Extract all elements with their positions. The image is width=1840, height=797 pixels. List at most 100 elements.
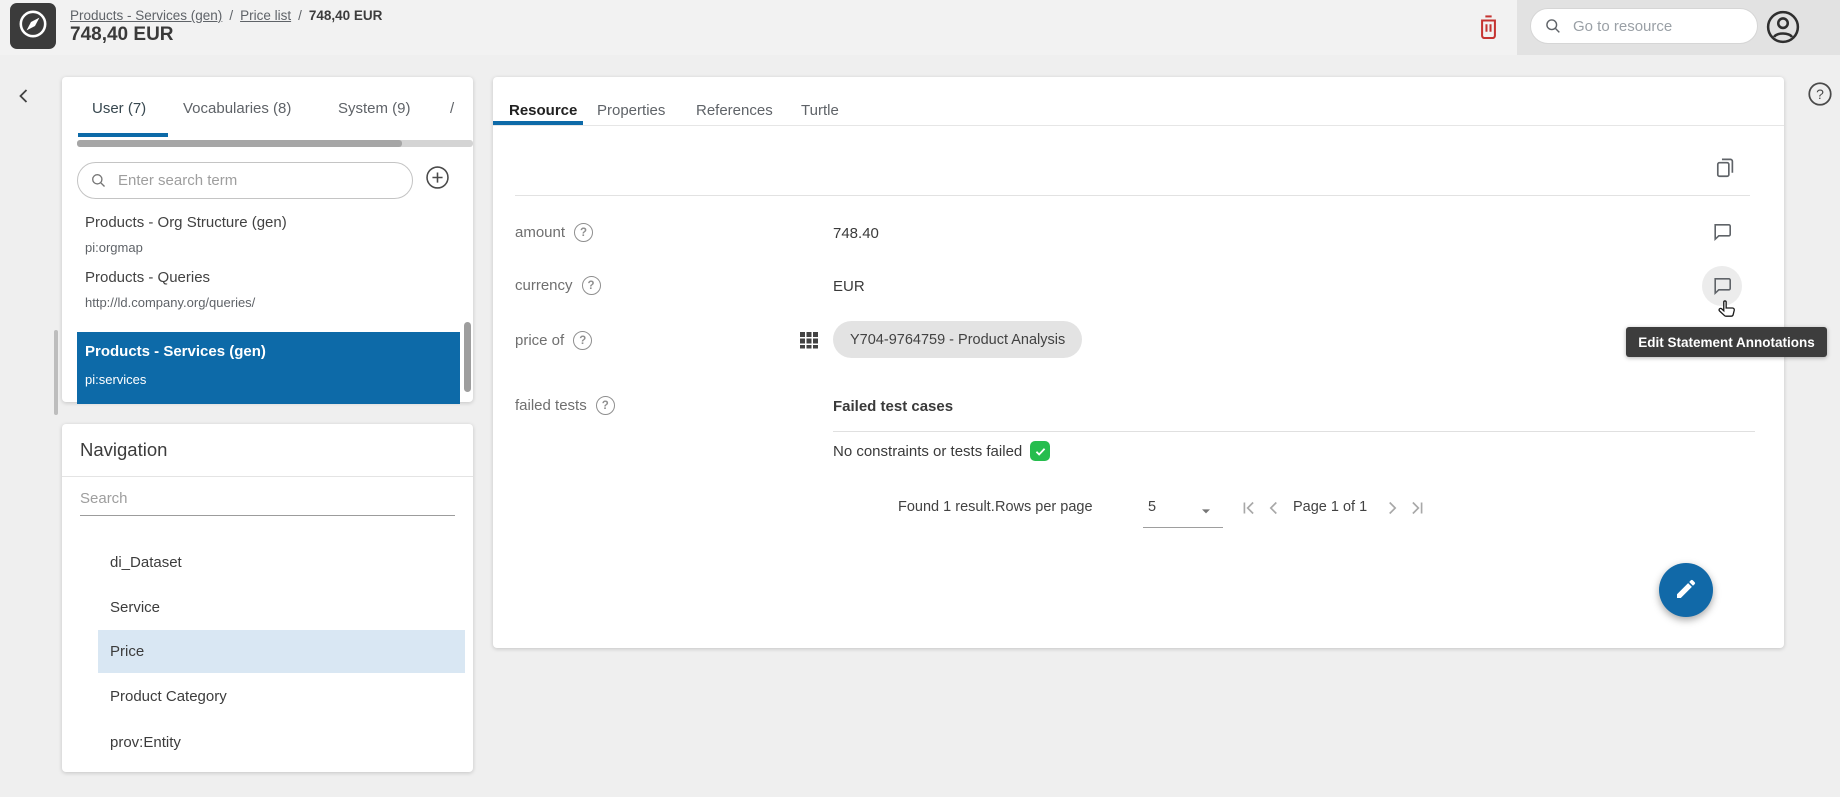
edit-resource-fab[interactable] [1659, 563, 1713, 617]
field-label-failed-tests: failed tests ? [515, 396, 615, 415]
resource-panel: Resource Properties References Turtle am… [493, 77, 1784, 648]
help-circle-icon[interactable]: ? [573, 331, 592, 350]
nav-item-label: di_Dataset [110, 554, 182, 571]
breadcrumb-separator: / [298, 8, 302, 23]
add-dataset-button[interactable] [424, 164, 451, 194]
search-icon [89, 171, 108, 190]
tab-references[interactable]: References [696, 102, 773, 119]
dataset-panel: User (7) Vocabularies (8) System (9) / P… [62, 77, 473, 402]
list-item[interactable]: Products - Queries http://ld.company.org… [85, 269, 255, 310]
delete-button[interactable] [1475, 12, 1502, 45]
failed-tests-title: Failed test cases [833, 398, 953, 415]
chevron-right-icon [1381, 507, 1403, 522]
divider [833, 431, 1755, 432]
navigation-title: Navigation [80, 439, 167, 461]
help-icon: ? [1806, 96, 1834, 111]
search-icon [1543, 16, 1563, 36]
grid-icon [799, 330, 819, 355]
tab-user[interactable]: User (7) [92, 100, 146, 117]
divider [515, 195, 1750, 196]
results-summary: Found 1 result. [898, 499, 995, 515]
last-page-icon [1406, 507, 1428, 522]
tab-partial[interactable]: / [450, 100, 454, 117]
first-page-button[interactable] [1238, 497, 1260, 519]
rows-per-page-label: Rows per page [995, 499, 1093, 515]
page-status: Page 1 of 1 [1293, 499, 1367, 515]
field-label-currency: currency ? [515, 276, 601, 295]
nav-item-di-dataset[interactable]: di_Dataset [98, 541, 465, 584]
tab-turtle[interactable]: Turtle [801, 102, 839, 119]
drawer-scrollbar[interactable] [54, 330, 58, 415]
tab-scrollbar-thumb[interactable] [77, 140, 402, 147]
list-item-selected[interactable]: Products - Services (gen) pi:services [77, 332, 460, 404]
help-button[interactable]: ? [1806, 80, 1834, 111]
annotation-button-amount[interactable] [1710, 220, 1734, 244]
tab-resource[interactable]: Resource [509, 102, 577, 119]
app-header: Products - Services (gen) / Price list / 748… [0, 0, 1840, 55]
breadcrumb-separator: / [229, 8, 233, 23]
rows-per-page-value[interactable]: 5 [1148, 499, 1156, 515]
nav-item-product-category[interactable]: Product Category [98, 675, 465, 718]
dataset-title: Products - Org Structure (gen) [85, 214, 287, 231]
collapse-drawer-button[interactable] [12, 84, 36, 111]
navigation-search-input[interactable] [80, 484, 455, 516]
help-circle-icon[interactable]: ? [596, 396, 615, 415]
previous-page-button[interactable] [1263, 497, 1285, 519]
svg-text:?: ? [1816, 86, 1824, 102]
breadcrumb: Products - Services (gen) / Price list / 748… [70, 8, 382, 23]
field-label-text: amount [515, 224, 565, 241]
failed-tests-message: No constraints or tests failed [833, 441, 1050, 461]
success-check-icon [1030, 441, 1050, 461]
navigation-panel: Navigation di_Dataset Service Price Prod… [62, 424, 473, 772]
chevron-left-icon [1263, 507, 1285, 522]
select-underline [1143, 527, 1223, 528]
first-page-icon [1238, 507, 1260, 522]
global-search [1530, 8, 1758, 44]
account-button[interactable] [1764, 8, 1802, 49]
chevron-left-icon [12, 96, 36, 111]
copy-icon [1713, 168, 1738, 183]
nav-item-service[interactable]: Service [98, 586, 465, 629]
nav-item-prov-entity[interactable]: prov:Entity [98, 721, 465, 764]
field-value-amount: 748.40 [833, 225, 879, 242]
tab-system[interactable]: System (9) [338, 100, 411, 117]
navigation-search [80, 484, 455, 516]
help-circle-icon[interactable]: ? [582, 276, 601, 295]
failed-tests-message-text: No constraints or tests failed [833, 443, 1022, 460]
dataset-search-input[interactable] [116, 171, 402, 190]
global-search-input[interactable] [1571, 17, 1774, 36]
panel-scrollbar-thumb[interactable] [464, 322, 471, 392]
resource-chip[interactable]: Y704-9764759 - Product Analysis [833, 321, 1082, 358]
mouse-cursor [1715, 299, 1739, 328]
app-logo[interactable] [10, 3, 56, 49]
app-screen: Products - Services (gen) / Price list / 748… [0, 0, 1840, 797]
tooltip: Edit Statement Annotations [1626, 327, 1827, 357]
help-circle-icon[interactable]: ? [574, 223, 593, 242]
dataset-subtitle: pi:services [85, 372, 146, 387]
dataset-subtitle: pi:orgmap [85, 240, 287, 255]
trash-icon [1475, 30, 1502, 45]
active-tab-indicator [493, 121, 583, 125]
nav-item-label: Service [110, 599, 160, 616]
chevron-down-icon[interactable] [1198, 503, 1214, 524]
field-label-text: price of [515, 332, 564, 349]
dataset-search [77, 162, 413, 199]
resource-chip-label: Y704-9764759 - Product Analysis [850, 332, 1065, 348]
field-label-amount: amount ? [515, 223, 593, 242]
last-page-button[interactable] [1406, 497, 1428, 519]
tab-properties[interactable]: Properties [597, 102, 665, 119]
breadcrumb-link-1[interactable]: Products - Services (gen) [70, 8, 222, 23]
breadcrumb-current: 748,40 EUR [309, 8, 383, 23]
active-tab-indicator [78, 133, 168, 137]
tab-vocabularies[interactable]: Vocabularies (8) [183, 100, 291, 117]
list-item[interactable]: Products - Org Structure (gen) pi:orgmap [85, 214, 287, 255]
account-icon [1764, 34, 1802, 49]
next-page-button[interactable] [1381, 497, 1403, 519]
dataset-title: Products - Queries [85, 269, 255, 286]
nav-item-price[interactable]: Price [98, 630, 465, 673]
plus-circle-icon [424, 179, 451, 194]
copy-resource-button[interactable] [1713, 155, 1738, 183]
divider [62, 476, 473, 477]
breadcrumb-link-2[interactable]: Price list [240, 8, 291, 23]
annotation-button-currency[interactable] [1710, 274, 1734, 298]
